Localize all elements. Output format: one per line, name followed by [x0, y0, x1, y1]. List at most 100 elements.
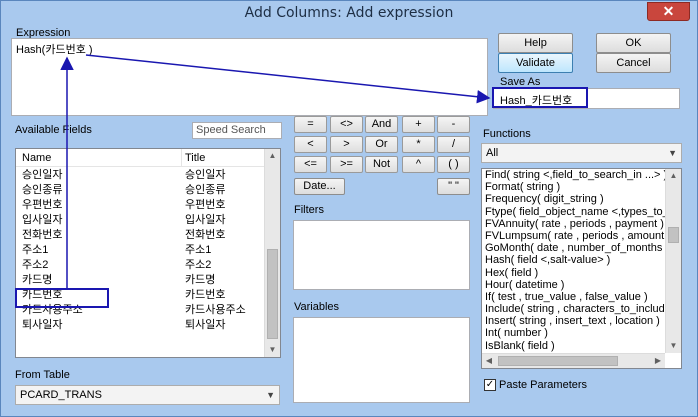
fields-scroll-thumb[interactable]: [267, 249, 278, 339]
operator-button[interactable]: ^: [402, 156, 435, 173]
list-item[interactable]: Hex( field ): [485, 267, 665, 279]
list-item[interactable]: Find( string <,field_to_search_in ...> ): [485, 169, 665, 181]
available-fields-label: Available Fields: [15, 124, 92, 136]
scroll-down-icon[interactable]: ▼: [666, 339, 681, 353]
window-title: Add Columns: Add expression: [244, 5, 454, 21]
close-button[interactable]: ✕: [647, 2, 690, 21]
column-name-header[interactable]: Name: [22, 152, 51, 164]
variables-label: Variables: [294, 301, 340, 313]
table-row[interactable]: 승인일자 승인일자: [16, 168, 264, 183]
date-button[interactable]: Date...: [294, 178, 345, 195]
field-title: 주소1: [185, 244, 212, 256]
functions-hscrollbar[interactable]: ◀ ▶: [482, 353, 665, 368]
functions-label: Functions: [483, 128, 531, 140]
filters-label: Filters: [294, 204, 324, 216]
operator-button[interactable]: ( ): [437, 156, 470, 173]
filters-list[interactable]: [293, 220, 470, 290]
speed-search-input[interactable]: Speed Search: [192, 122, 282, 139]
operator-button[interactable]: And: [365, 116, 398, 133]
field-title: 승인일자: [185, 169, 226, 181]
operator-button[interactable]: >: [330, 136, 363, 153]
functions-list[interactable]: Find( string <,field_to_search_in ...> )…: [481, 168, 682, 369]
operator-button[interactable]: >=: [330, 156, 363, 173]
functions-scroll-thumb[interactable]: [668, 227, 679, 243]
field-highlight: [15, 288, 109, 308]
list-item[interactable]: Frequency( digit_string ): [485, 193, 665, 205]
operator-button[interactable]: +: [402, 116, 435, 133]
operator-button[interactable]: /: [437, 136, 470, 153]
table-row[interactable]: 카드명 카드명: [16, 273, 264, 288]
field-title: 카드명: [185, 274, 216, 286]
list-item[interactable]: FVLumpsum( rate , periods , amount ): [485, 230, 665, 242]
functions-hscroll-thumb[interactable]: [498, 356, 618, 366]
functions-category-select[interactable]: All ▼: [481, 143, 682, 163]
paste-parameters-label: Paste Parameters: [499, 379, 588, 391]
field-name: 카드명: [22, 274, 53, 286]
table-row[interactable]: 우편번호 우편번호: [16, 198, 264, 213]
field-name: 승인일자: [22, 169, 63, 181]
quote-button[interactable]: " ": [437, 178, 470, 195]
scroll-left-icon[interactable]: ◀: [482, 354, 496, 368]
table-row[interactable]: 퇴사일자 퇴사일자: [16, 318, 264, 333]
variables-list[interactable]: [293, 317, 470, 403]
list-item[interactable]: Hash( field <,salt-value> ): [485, 254, 665, 266]
field-name: 우편번호: [22, 199, 63, 211]
from-table-select[interactable]: PCARD_TRANS ▼: [15, 385, 280, 405]
expression-text: Hash(카드번호 ): [16, 44, 93, 56]
operator-button[interactable]: -: [437, 116, 470, 133]
expression-textarea[interactable]: Hash(카드번호 ): [11, 38, 488, 116]
operator-button[interactable]: *: [402, 136, 435, 153]
help-button[interactable]: Help: [498, 33, 573, 53]
operator-button[interactable]: <: [294, 136, 327, 153]
field-title: 입사일자: [185, 214, 226, 226]
from-table-label: From Table: [15, 369, 70, 381]
column-title-header[interactable]: Title: [185, 152, 205, 164]
available-fields-list[interactable]: Name Title 승인일자 승인일자 승인종류 승인종류 우편번호 우편번호 입사일자 입…: [15, 148, 281, 358]
field-title: 우편번호: [185, 199, 226, 211]
field-title: 퇴사일자: [185, 319, 226, 331]
table-row[interactable]: 전화번호 전화번호: [16, 228, 264, 243]
list-item[interactable]: GoMonth( date , number_of_months ): [485, 242, 665, 254]
operator-button[interactable]: <>: [330, 116, 363, 133]
list-item[interactable]: FVAnnuity( rate , periods , payment ): [485, 218, 665, 230]
chevron-down-icon: ▼: [266, 390, 275, 400]
ok-button[interactable]: OK: [596, 33, 671, 53]
fields-scrollbar[interactable]: ▲ ▼: [264, 149, 280, 357]
operator-button[interactable]: Not: [365, 156, 398, 173]
field-title: 승인종류: [185, 184, 226, 196]
field-name: 주소2: [22, 259, 49, 271]
list-item[interactable]: If( test , true_value , false_value ): [485, 291, 665, 303]
title-bar: Add Columns: Add expression ✕: [1, 1, 697, 25]
table-row[interactable]: 주소2 주소2: [16, 258, 264, 273]
list-item[interactable]: IsBlank( field ): [485, 340, 665, 352]
field-title: 카드사용주소: [185, 304, 246, 316]
fields-header: Name Title: [16, 149, 264, 167]
scroll-up-icon[interactable]: ▲: [666, 169, 681, 183]
operator-button[interactable]: <=: [294, 156, 327, 173]
list-item[interactable]: Include( string , characters_to_include …: [485, 303, 665, 315]
field-name: 퇴사일자: [22, 319, 63, 331]
functions-category-value: All: [486, 147, 499, 159]
scroll-down-icon[interactable]: ▼: [265, 343, 280, 357]
cancel-button[interactable]: Cancel: [596, 53, 671, 73]
field-name: 입사일자: [22, 214, 63, 226]
list-item[interactable]: Int( number ): [485, 327, 665, 339]
speed-search-placeholder: Speed Search: [196, 124, 266, 136]
functions-scrollbar[interactable]: ▲ ▼: [665, 169, 681, 353]
table-row[interactable]: 입사일자 입사일자: [16, 213, 264, 228]
table-row[interactable]: 주소1 주소1: [16, 243, 264, 258]
scroll-right-icon[interactable]: ▶: [651, 354, 665, 368]
checkbox-checked-icon[interactable]: ✓: [484, 379, 496, 391]
validate-button[interactable]: Validate: [498, 53, 573, 73]
operator-button[interactable]: Or: [365, 136, 398, 153]
list-item[interactable]: Insert( string , insert_text , location …: [485, 315, 665, 327]
table-row[interactable]: 승인종류 승인종류: [16, 183, 264, 198]
operator-button[interactable]: =: [294, 116, 327, 133]
field-name: 주소1: [22, 244, 49, 256]
list-item[interactable]: Hour( datetime ): [485, 279, 665, 291]
list-item[interactable]: Format( string ): [485, 181, 665, 193]
field-title: 카드번호: [185, 289, 226, 301]
field-name: 승인종류: [22, 184, 63, 196]
list-item[interactable]: Ftype( field_object_name <,types_to_acce…: [485, 206, 665, 218]
scroll-up-icon[interactable]: ▲: [265, 149, 280, 163]
